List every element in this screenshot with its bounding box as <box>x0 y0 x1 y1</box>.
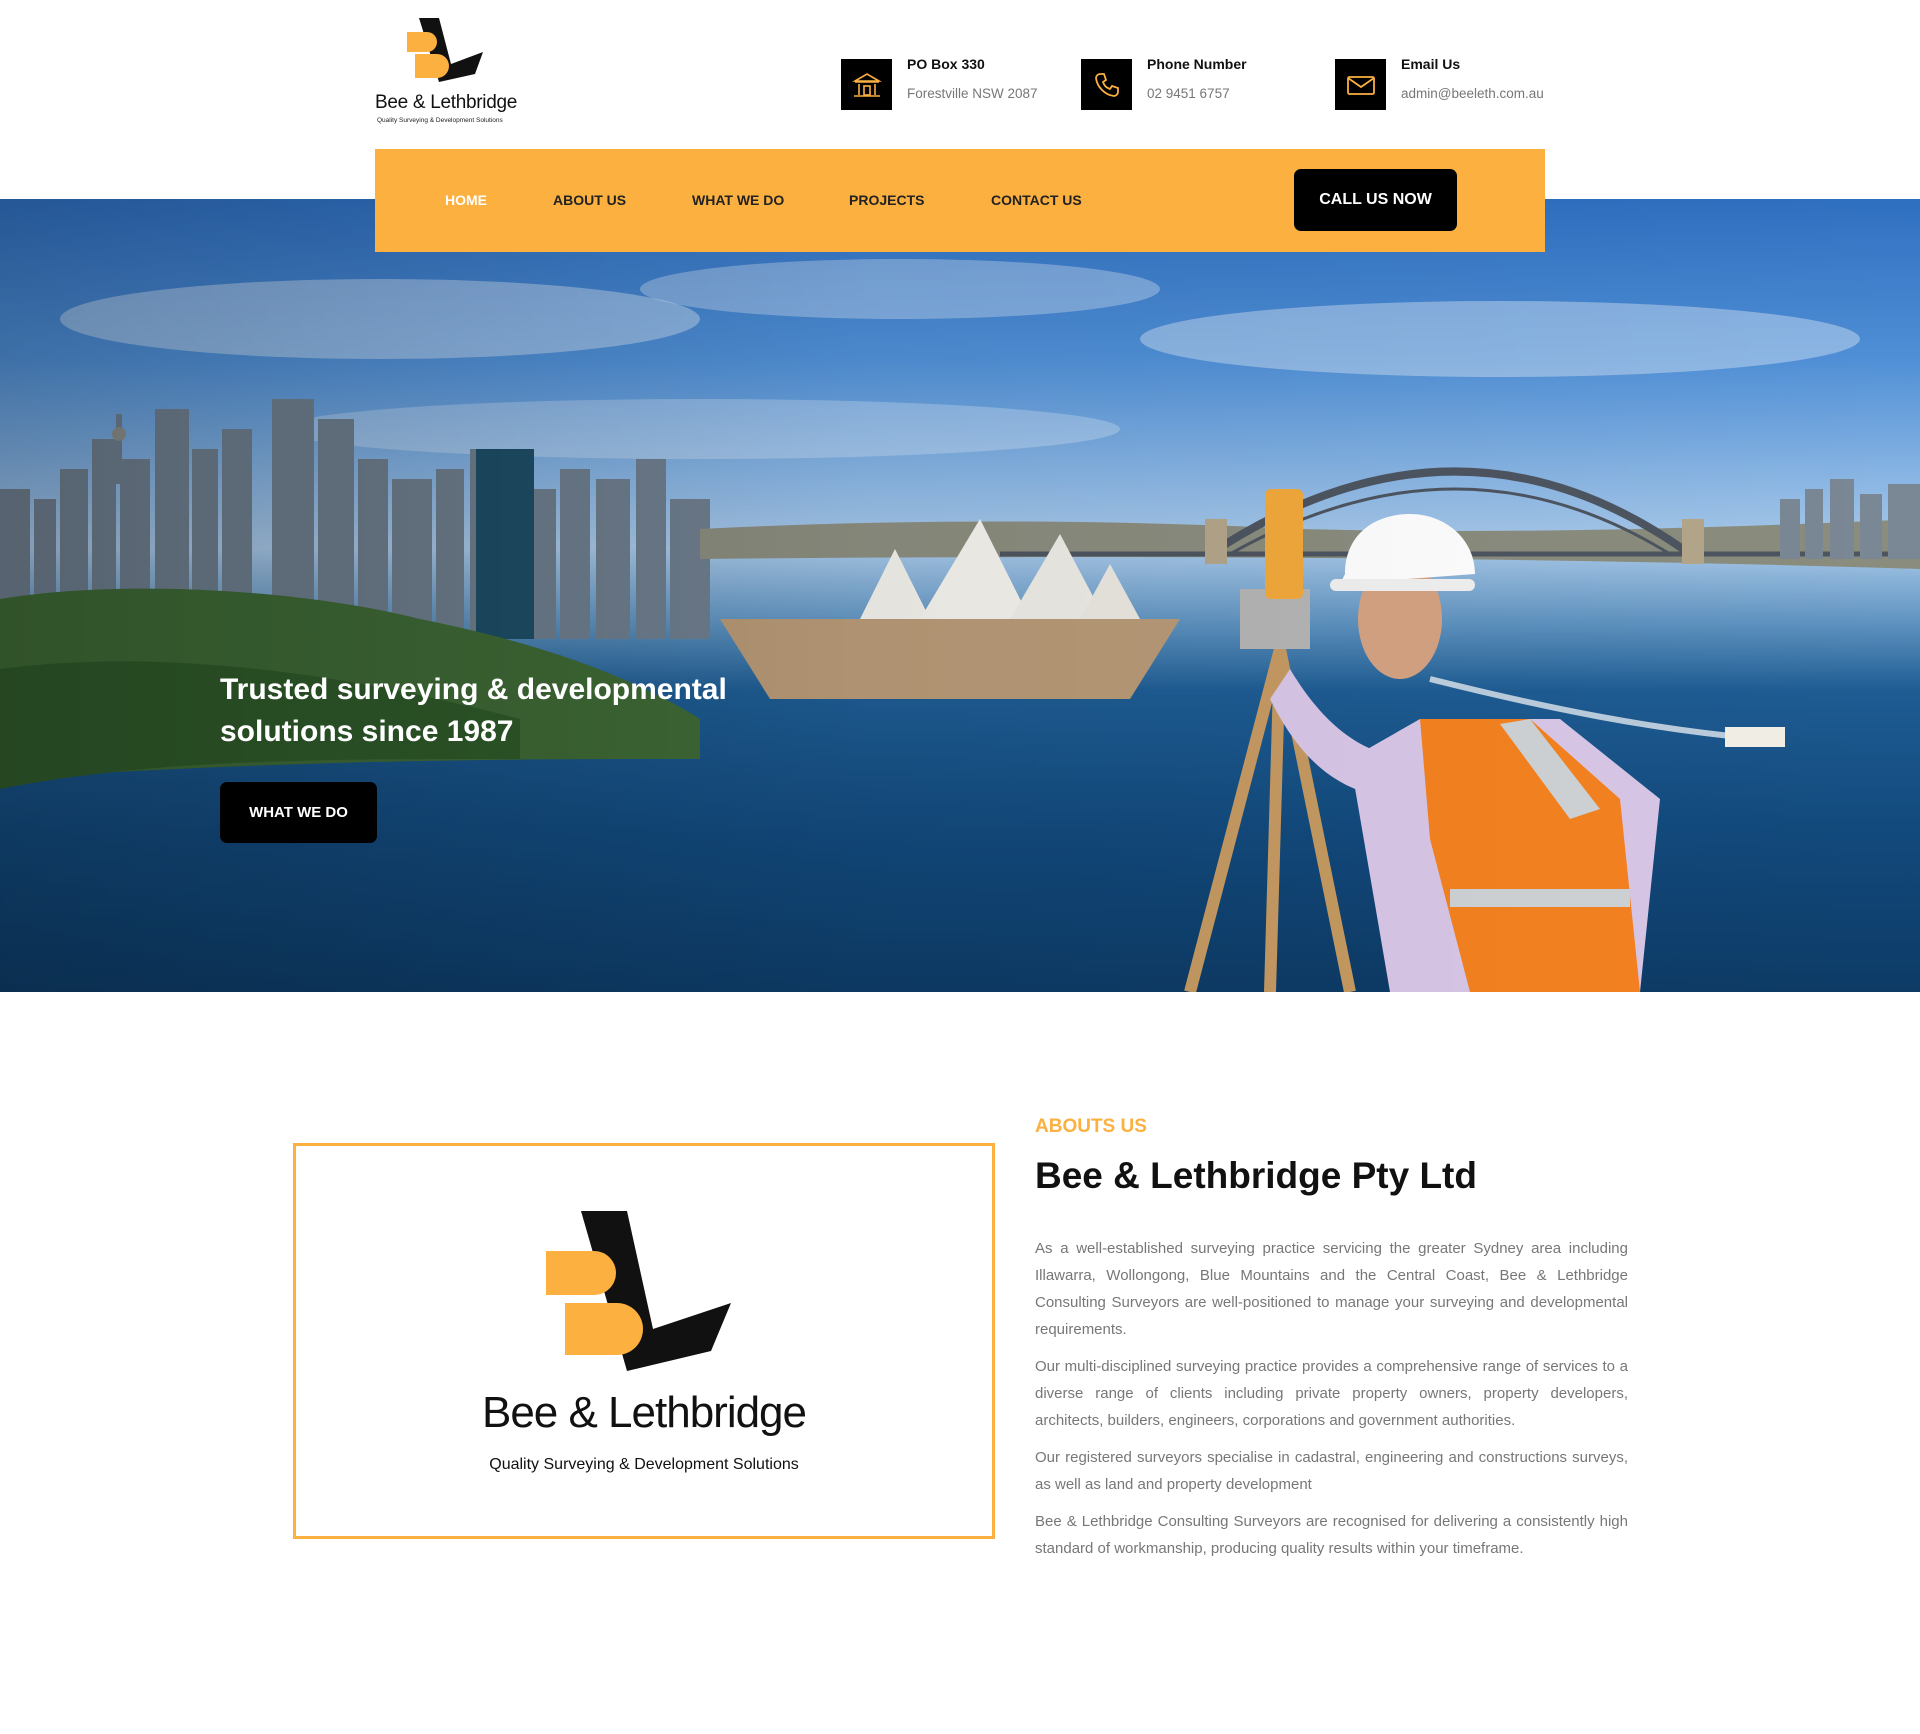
about-paragraph: As a well-established surveying practice… <box>1035 1240 1628 1338</box>
contact-label: PO Box 330 <box>907 56 985 72</box>
about-kicker: ABOUTS US <box>1035 1116 1147 1137</box>
brand-tagline: Quality Surveying & Development Solution… <box>377 117 503 124</box>
brand-name: Bee & Lethbridge <box>375 92 518 113</box>
contact-email: Email Us admin@beeleth.com.au <box>1335 56 1544 110</box>
contact-value: Forestville NSW 2087 <box>907 86 1038 101</box>
building-icon <box>841 59 892 110</box>
bl-logo-mark-icon <box>407 18 483 82</box>
contact-address: PO Box 330 Forestville NSW 2087 <box>841 56 1038 110</box>
about-title: Bee & Lethbridge Pty Ltd <box>1035 1155 1477 1196</box>
contact-label: Phone Number <box>1147 56 1247 72</box>
header-logo[interactable]: Bee & Lethbridge Quality Surveying & Dev… <box>375 16 525 131</box>
about-paragraph: Bee & Lethbridge Consulting Surveyors ar… <box>1035 1513 1628 1557</box>
envelope-icon <box>1335 59 1386 110</box>
bl-logo-mark-icon <box>546 1211 731 1371</box>
main-nav: HOME ABOUT US WHAT WE DO PROJECTS CONTAC… <box>375 149 1545 252</box>
nav-item-contact-us[interactable]: CONTACT US <box>991 192 1082 208</box>
contact-phone: Phone Number 02 9451 6757 <box>1081 56 1247 110</box>
call-us-now-button[interactable]: CALL US NOW <box>1294 169 1457 231</box>
nav-item-about-us[interactable]: ABOUT US <box>553 192 626 208</box>
contact-value[interactable]: 02 9451 6757 <box>1147 86 1247 101</box>
hero-banner: Trusted surveying & developmental soluti… <box>0 199 1920 992</box>
about-body: As a well-established surveying practice… <box>1035 1235 1628 1572</box>
about-logo-frame: Bee & Lethbridge Quality Surveying & Dev… <box>293 1143 995 1539</box>
hero-title: Trusted surveying & developmental soluti… <box>220 673 727 748</box>
phone-icon <box>1081 59 1132 110</box>
nav-item-what-we-do[interactable]: WHAT WE DO <box>692 192 784 208</box>
nav-item-home[interactable]: HOME <box>445 192 487 208</box>
what-we-do-button[interactable]: WHAT WE DO <box>220 782 377 843</box>
about-paragraph: Our registered surveyors specialise in c… <box>1035 1449 1628 1493</box>
contact-value[interactable]: admin@beeleth.com.au <box>1401 86 1544 101</box>
about-paragraph: Our multi-disciplined surveying practice… <box>1035 1358 1628 1429</box>
nav-item-projects[interactable]: PROJECTS <box>849 192 924 208</box>
about-brand-name: Bee & Lethbridge <box>481 1388 807 1437</box>
about-brand-tagline: Quality Surveying & Development Solution… <box>489 1456 799 1473</box>
contact-label: Email Us <box>1401 56 1461 72</box>
